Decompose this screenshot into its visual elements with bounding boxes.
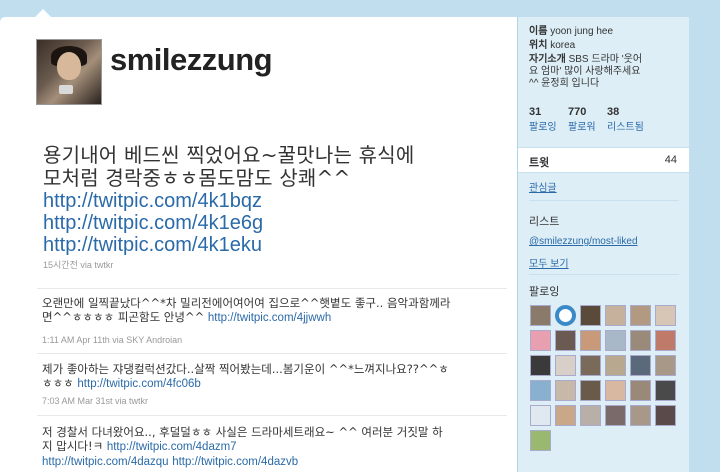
- following-avatar[interactable]: [530, 405, 551, 426]
- featured-tweet-text: 용기내어 베드씬 찍었어요~꿀맛나는 휴식에 모처럼 경락중ㅎㅎ몸도맘도 상쾌^…: [43, 143, 415, 190]
- stat-listed[interactable]: 38 리스트됨: [607, 106, 644, 133]
- following-heading: 팔로잉: [529, 286, 560, 298]
- tweets-count-bar[interactable]: 트윗 44: [518, 147, 689, 173]
- following-avatar[interactable]: [605, 405, 626, 426]
- tweet-1-text: 오랜만에 일찍끝났다^^*차 밀리전에어여어여 집으로^^햇볕도 좋구.. 음악…: [42, 296, 451, 324]
- sidebar-divider: [529, 274, 679, 275]
- lists-heading: 리스트: [529, 216, 560, 228]
- featured-tweet-link-2[interactable]: http://twitpic.com/4k1e6g: [43, 212, 263, 234]
- following-avatar[interactable]: [530, 380, 551, 401]
- following-avatar-grid: [530, 305, 676, 451]
- following-avatar[interactable]: [580, 330, 601, 351]
- following-avatar[interactable]: [580, 380, 601, 401]
- divider: [37, 415, 507, 416]
- favorites-link[interactable]: 관심글: [529, 179, 557, 194]
- following-avatar[interactable]: [555, 380, 576, 401]
- following-avatar[interactable]: [580, 355, 601, 376]
- tweet-2-meta: 7:03 AM Mar 31st via twtkr: [42, 396, 149, 406]
- following-avatar[interactable]: [655, 380, 676, 401]
- tweet-3-link-2[interactable]: http://twitpic.com/4dazqu: [42, 456, 169, 468]
- following-avatar[interactable]: [555, 330, 576, 351]
- following-avatar[interactable]: [655, 405, 676, 426]
- profile-username: smilezzung: [110, 42, 273, 77]
- header-notch: [35, 9, 51, 17]
- following-avatar[interactable]: [605, 355, 626, 376]
- following-avatar[interactable]: [555, 405, 576, 426]
- location-value: korea: [550, 40, 576, 51]
- following-avatar[interactable]: [630, 305, 651, 326]
- stat-following[interactable]: 31 팔로잉: [529, 106, 557, 133]
- following-avatar[interactable]: [630, 355, 651, 376]
- following-avatar[interactable]: [605, 305, 626, 326]
- following-avatar[interactable]: [605, 330, 626, 351]
- following-avatar[interactable]: [580, 405, 601, 426]
- following-avatar[interactable]: [580, 305, 601, 326]
- tweet-1-meta: 1:11 AM Apr 11th via SKY Androian: [42, 335, 183, 345]
- following-avatar[interactable]: [530, 305, 551, 326]
- following-avatar[interactable]: [655, 355, 676, 376]
- tweet-2-text: 제가 좋아하는 쟈댕컬럭션갔다..살짝 찍어봤는데...봄기운이 ^^*느껴지나…: [42, 362, 449, 390]
- following-avatar[interactable]: [655, 330, 676, 351]
- profile-avatar[interactable]: [36, 39, 102, 105]
- tweets-label: 트윗: [529, 157, 550, 169]
- tweet-3-link-1[interactable]: http://twitpic.com/4dazm7: [107, 441, 237, 453]
- divider: [37, 353, 507, 354]
- following-avatar[interactable]: [530, 330, 551, 351]
- following-avatar[interactable]: [555, 355, 576, 376]
- featured-tweet-link-3[interactable]: http://twitpic.com/4k1eku: [43, 234, 262, 256]
- following-avatar[interactable]: [630, 330, 651, 351]
- featured-tweet-meta: 15시간전 via twtkr: [43, 260, 114, 270]
- following-avatar[interactable]: [530, 355, 551, 376]
- stat-followers[interactable]: 770 팔로워: [568, 106, 596, 133]
- following-avatar[interactable]: [605, 380, 626, 401]
- list-link-most-liked[interactable]: @smilezzung/most-liked: [529, 236, 638, 247]
- name-value: yoon jung hee: [550, 26, 614, 37]
- following-avatar[interactable]: [655, 305, 676, 326]
- tweet-1-link[interactable]: http://twitpic.com/4jjwwh: [208, 312, 331, 324]
- following-avatar[interactable]: [555, 305, 576, 326]
- view-all-lists-link[interactable]: 모두 보기: [529, 255, 569, 270]
- bio-label: 자기소개: [529, 54, 566, 65]
- profile-sidebar: 이름 yoon jung hee 위치 korea 자기소개 SBS 드라마 '…: [517, 17, 689, 472]
- sidebar-divider: [529, 200, 679, 201]
- tweet-2-link[interactable]: http://twitpic.com/4fc06b: [77, 378, 200, 390]
- name-label: 이름: [529, 26, 548, 37]
- divider: [37, 288, 507, 289]
- tweet-3-link-3[interactable]: http://twitpic.com/4dazvb: [172, 456, 298, 468]
- tweets-count: 44: [664, 154, 677, 166]
- featured-tweet-link-1[interactable]: http://twitpic.com/4k1bqz: [43, 190, 262, 212]
- tweet-3-text: 저 경찰서 다녀왔어요.., 후덜덜ㅎㅎ 사실은 드라마세트래요~ ^^ 여러분…: [42, 425, 443, 468]
- location-label: 위치: [529, 40, 548, 51]
- featured-tweet: 용기내어 베드씬 찍었어요~꿀맛나는 휴식에 모처럼 경락중ㅎㅎ몸도맘도 상쾌^…: [43, 144, 415, 256]
- following-avatar[interactable]: [630, 405, 651, 426]
- following-avatar[interactable]: [530, 430, 551, 451]
- following-avatar[interactable]: [630, 380, 651, 401]
